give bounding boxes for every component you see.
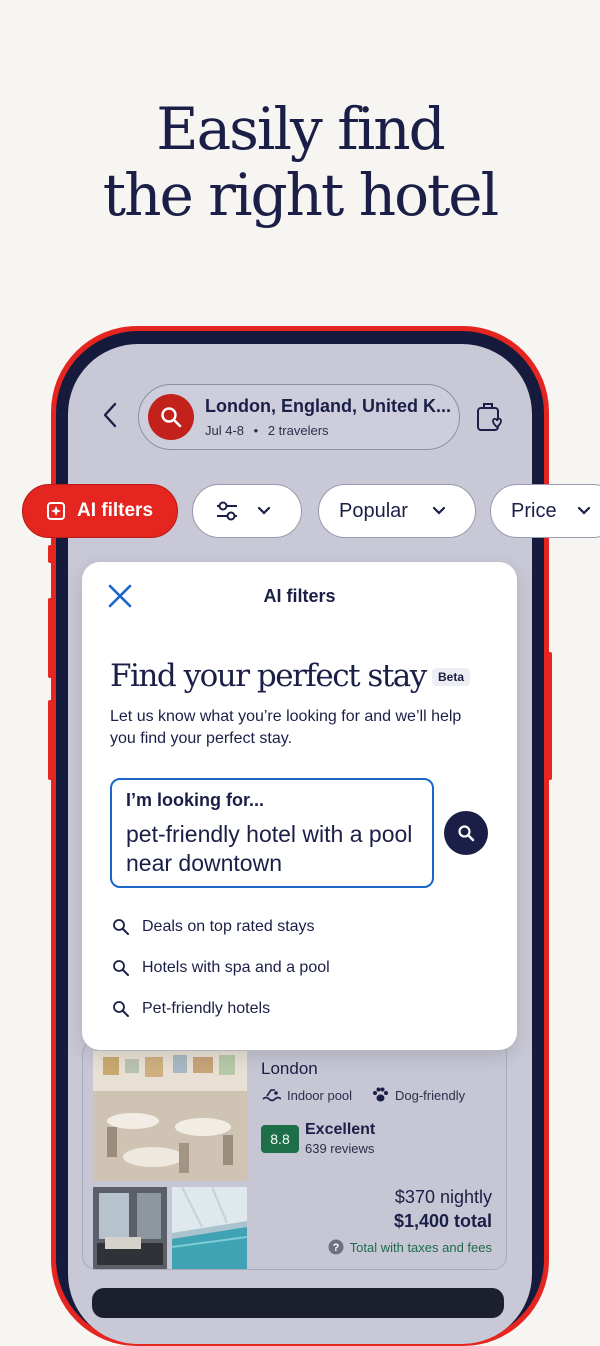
price-nightly: $370 nightly (394, 1187, 492, 1207)
chevron-down-icon (577, 506, 590, 515)
search-location: London, England, United K... (205, 396, 451, 416)
price-note-label: Total with taxes and fees (349, 1239, 492, 1255)
ai-filters-chip[interactable]: AI filters (22, 484, 178, 538)
chevron-down-icon (257, 506, 271, 515)
amenity-dog-friendly: Dog-friendly (371, 1087, 465, 1103)
sliders-icon (217, 501, 237, 521)
next-hotel-card[interactable] (92, 1288, 504, 1318)
paw-icon (373, 1087, 388, 1102)
price-note: ? Total with taxes and fees (328, 1239, 492, 1255)
rating-word: Excellent (305, 1121, 376, 1138)
query-value[interactable]: pet-friendly hotel with a pool near down… (126, 820, 426, 878)
review-count: 639 reviews (305, 1141, 375, 1156)
ai-filters-label: AI filters (77, 500, 154, 521)
hotel-pool-image (172, 1187, 247, 1269)
saved-trips-icon[interactable] (474, 400, 504, 434)
beta-badge: Beta (432, 668, 471, 686)
search-travelers: 2 travelers (267, 423, 329, 438)
sparkle-icon (47, 502, 65, 520)
amenity-indoor-pool: Indoor pool (261, 1087, 352, 1103)
chevron-left-icon (103, 402, 117, 428)
back-button[interactable] (98, 398, 122, 432)
suggestion-label: Hotels with spa and a pool (142, 959, 330, 976)
rating-score: 8.8 (261, 1125, 299, 1153)
pool-icon (262, 1089, 281, 1102)
headline: Easily find the right hotel (0, 96, 600, 228)
sort-popular-chip[interactable]: Popular (318, 484, 476, 538)
query-search-button[interactable] (444, 811, 488, 855)
headline-line-1: Easily find (156, 95, 445, 163)
suggestion-item[interactable]: Pet-friendly hotels (112, 1000, 270, 1018)
suggestion-item[interactable]: Deals on top rated stays (112, 918, 315, 936)
destination-search-pill[interactable]: London, England, United K... Jul 4-8 • 2… (138, 384, 460, 450)
headline-line-2: the right hotel (102, 161, 499, 229)
query-label: I’m looking for... (126, 790, 265, 810)
price-chip[interactable]: Price (490, 484, 600, 538)
sort-label: Popular (339, 499, 408, 522)
search-dates: Jul 4-8 (205, 423, 245, 438)
suggestion-label: Pet-friendly hotels (142, 1000, 271, 1017)
svg-text:?: ? (332, 1242, 339, 1254)
modal-heading: Find your perfect stay (110, 658, 427, 694)
help-icon[interactable]: ? (328, 1239, 344, 1255)
ai-query-input[interactable]: I’m looking for... pet-friendly hotel wi… (110, 778, 434, 888)
modal-title: AI filters (263, 586, 336, 606)
chevron-down-icon (432, 506, 446, 515)
amenity-label: Indoor pool (287, 1087, 353, 1103)
hotel-restaurant-image (93, 1051, 247, 1181)
suggestion-label: Deals on top rated stays (142, 918, 315, 935)
search-trip-details: Jul 4-8 • 2 travelers (205, 423, 329, 438)
hotel-card[interactable]: London Indoor pool Dog-friendly 8.8 Exce… (82, 1040, 507, 1270)
hotel-city: London (261, 1059, 318, 1078)
ai-filters-modal: AI filters Find your perfect stay Beta L… (82, 562, 517, 1050)
filter-settings-chip[interactable] (192, 484, 302, 538)
search-icon (113, 1001, 129, 1017)
search-icon (113, 960, 129, 976)
price-total: $1,400 total (393, 1211, 492, 1231)
search-button[interactable] (148, 394, 194, 440)
suggestion-item[interactable]: Hotels with spa and a pool (112, 959, 330, 977)
search-icon (113, 919, 129, 935)
search-icon (161, 407, 182, 428)
search-separator: • (253, 423, 259, 438)
amenity-label: Dog-friendly (395, 1087, 466, 1103)
search-icon (458, 825, 475, 842)
hotel-room-image (93, 1187, 167, 1269)
price-label: Price (511, 499, 557, 522)
modal-description: Let us know what you’re looking for and … (110, 708, 462, 747)
